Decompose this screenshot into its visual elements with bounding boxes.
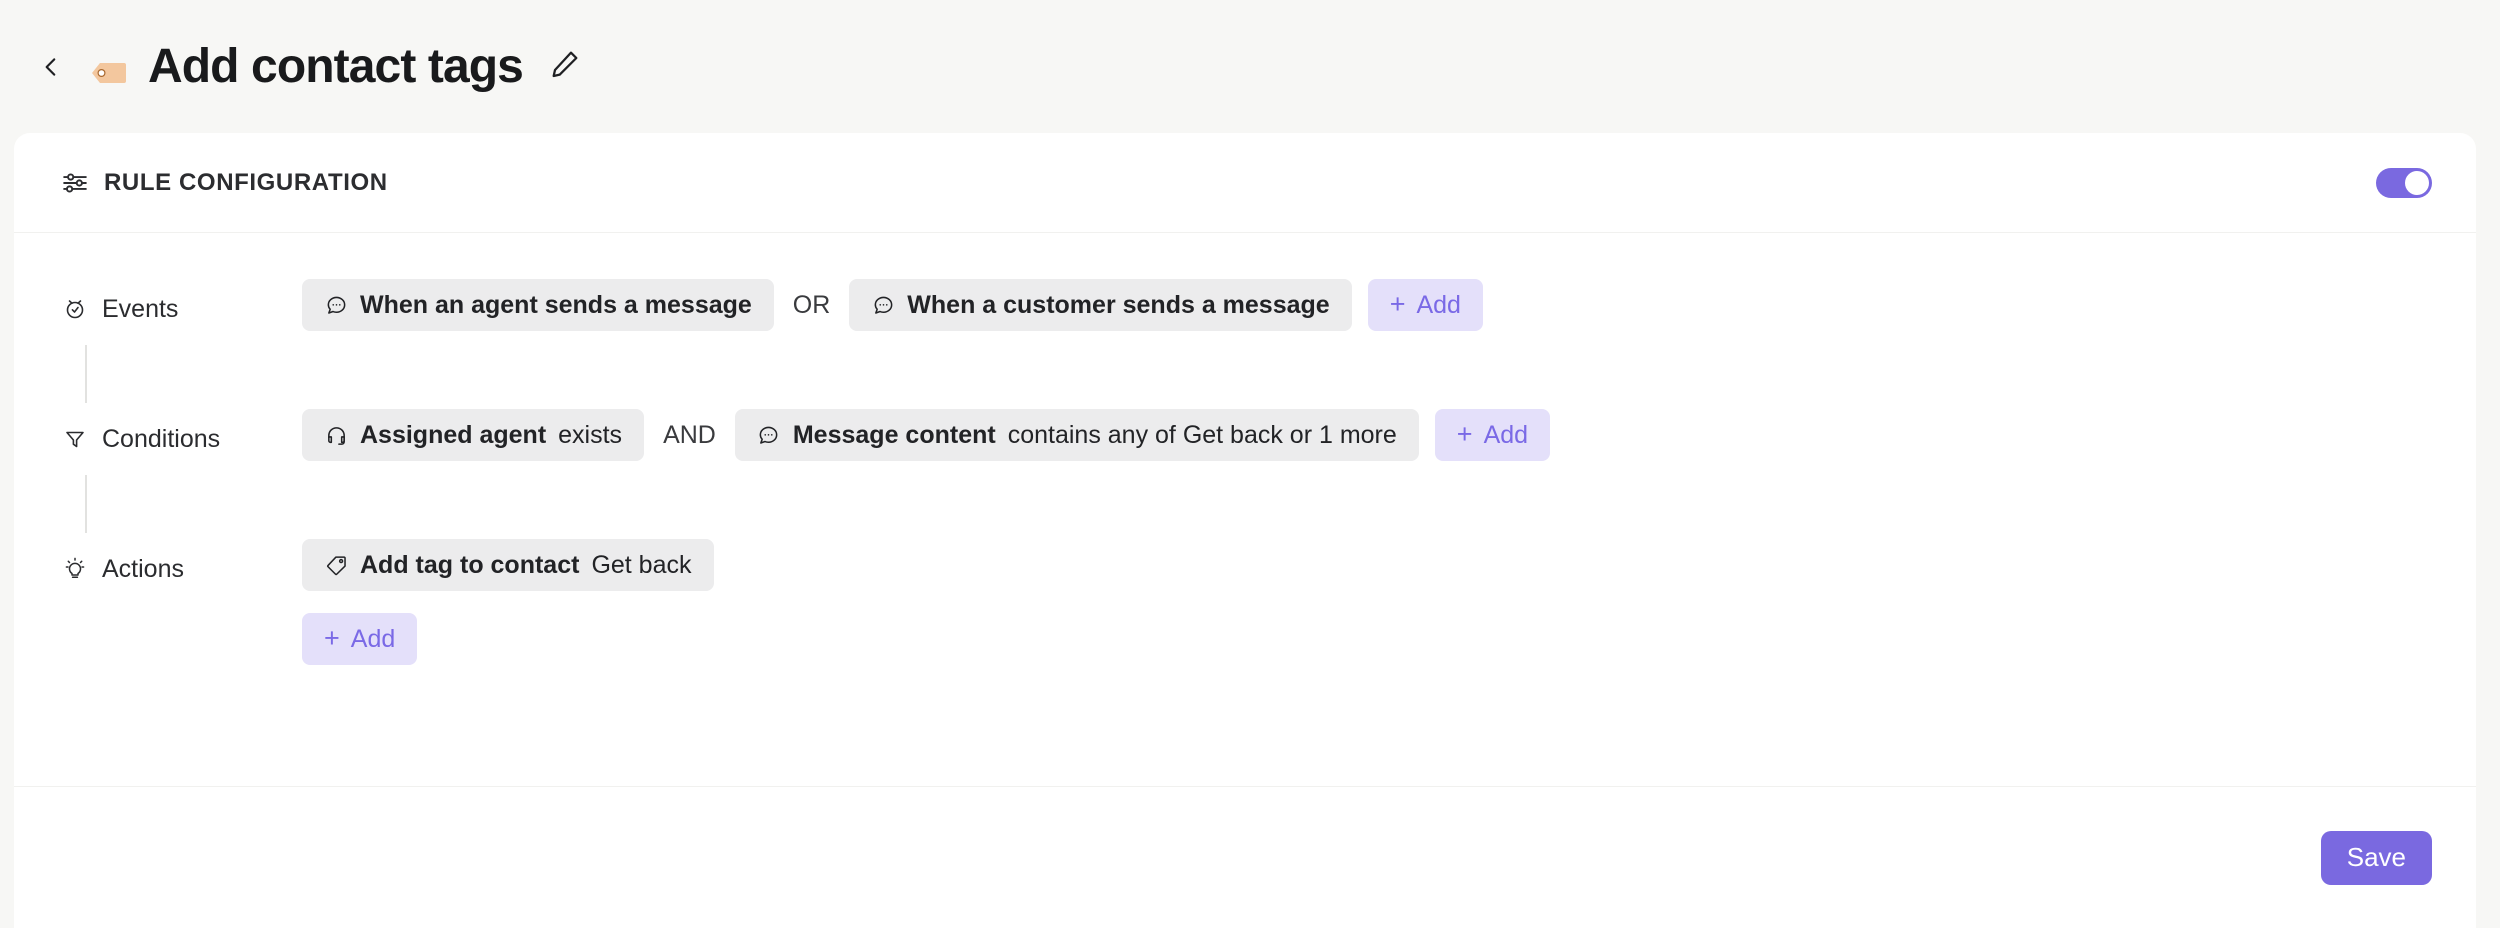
add-button-label: Add [1416, 290, 1461, 319]
tag-icon [324, 553, 348, 577]
event-chip-agent-message[interactable]: When an agent sends a message [302, 279, 774, 331]
chip-strong-label: Add tag to contact [360, 550, 580, 579]
card-footer: Save [14, 786, 2476, 928]
connector-line [85, 345, 87, 403]
pencil-icon [549, 48, 581, 85]
row-label-events: Events [62, 279, 302, 339]
joiner-and: AND [663, 421, 716, 449]
row-label-actions: Actions [62, 539, 302, 599]
chip-strong-label: When a customer sends a message [907, 290, 1330, 319]
edit-title-button[interactable] [545, 47, 585, 87]
sliders-icon [62, 170, 88, 196]
chip-strong-label: When an agent sends a message [360, 290, 752, 319]
speech-bubble-icon [871, 293, 895, 317]
condition-chip-assigned-agent[interactable]: Assigned agent exists [302, 409, 645, 461]
add-button-label: Add [1483, 420, 1529, 449]
action-chip-add-tag[interactable]: Add tag to contact Get back [302, 539, 714, 591]
row-label-conditions: Conditions [62, 409, 302, 469]
speech-bubble-icon [324, 293, 348, 317]
row-label-text: Conditions [102, 424, 221, 453]
row-items-conditions: Assigned agent exists AND Message conten… [302, 409, 1551, 461]
row-label-text: Events [102, 294, 179, 323]
chip-rest-label: contains any of Get back or 1 more [1007, 420, 1397, 449]
add-condition-button[interactable]: + Add [1434, 409, 1551, 461]
chip-strong-label: Message content [792, 420, 996, 449]
plus-icon: + [324, 622, 340, 653]
chip-rest-label: exists [558, 420, 623, 449]
add-event-button[interactable]: + Add [1367, 279, 1483, 331]
rule-row-conditions: Conditions Assigned agent exists AND Mes… [62, 409, 2428, 469]
rule-body: Events When an agent sends a message OR [14, 233, 2476, 665]
toggle-knob [2405, 170, 2429, 195]
connector-gap-conditions-actions [62, 469, 2428, 539]
card-header: RULE CONFIGURATION [14, 133, 2476, 233]
rule-enabled-toggle[interactable] [2376, 167, 2432, 198]
add-button-label: Add [350, 624, 396, 653]
back-button[interactable] [34, 50, 68, 84]
row-label-text: Actions [102, 554, 184, 583]
connector-gap-events-conditions [62, 339, 2428, 409]
row-items-actions: Add tag to contact Get back + Add [302, 539, 714, 665]
rule-configuration-card: RULE CONFIGURATION Events When an agent … [14, 133, 2476, 928]
headset-icon [324, 423, 348, 447]
plus-icon: + [1389, 288, 1406, 319]
add-action-button[interactable]: + Add [302, 613, 418, 665]
event-chip-customer-message[interactable]: When a customer sends a message [849, 279, 1352, 331]
alarm-clock-icon [62, 296, 88, 322]
lightbulb-icon [62, 556, 88, 582]
condition-chip-message-content[interactable]: Message content contains any of Get back… [734, 409, 1419, 461]
connector-line [85, 475, 87, 533]
joiner-or: OR [792, 291, 831, 319]
chip-strong-label: Assigned agent [360, 420, 547, 449]
page-title: Add contact tags [148, 40, 524, 93]
save-button[interactable]: Save [2320, 830, 2432, 885]
rule-row-events: Events When an agent sends a message OR [62, 279, 2428, 339]
chip-rest-label: Get back [591, 550, 692, 579]
tag-emoji-icon [88, 54, 128, 83]
funnel-icon [62, 426, 88, 452]
section-title: RULE CONFIGURATION [104, 168, 388, 196]
chevron-left-icon [38, 54, 64, 80]
page-header: Add contact tags [0, 0, 2500, 133]
speech-bubble-icon [757, 423, 781, 447]
rule-row-actions: Actions Add tag to contact Get back + Ad… [62, 539, 2428, 665]
row-items-events: When an agent sends a message OR When a … [302, 279, 1483, 331]
plus-icon: + [1456, 418, 1473, 449]
